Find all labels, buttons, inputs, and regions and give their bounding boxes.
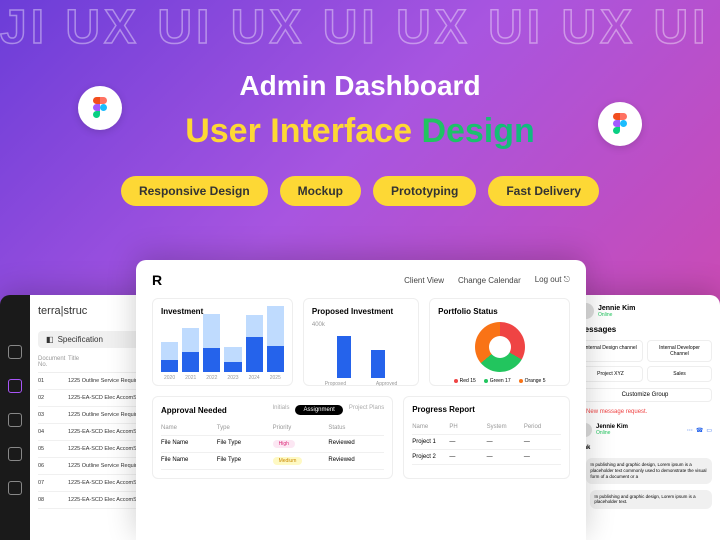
change-calendar-link[interactable]: Change Calendar [458, 276, 521, 285]
chat-item[interactable]: Jennie KimOnline ⋯☎▭ [578, 419, 712, 441]
table-row[interactable]: File NameFile TypeMediumReviewed [161, 453, 384, 470]
spec-icon: ◧ [46, 335, 54, 344]
dots-icon[interactable]: ⋯ [687, 427, 693, 434]
pill-mockup: Mockup [280, 176, 361, 206]
pill-prototyping: Prototyping [373, 176, 476, 206]
bell-icon[interactable] [8, 413, 22, 427]
video-icon[interactable]: ▭ [706, 427, 712, 434]
center-window: R Client View Change Calendar Log out ⎋ … [136, 260, 586, 540]
tab-assignment[interactable]: Assignment [295, 405, 342, 415]
chat-bubble: In publishing and graphic design, Lorem … [586, 458, 712, 484]
new-message-alert: ✉New message request. [578, 408, 712, 415]
channel-project[interactable]: Project XYZ [578, 366, 643, 382]
progress-row[interactable]: Project 1——— [412, 435, 561, 450]
hero-title: Admin Dashboard [0, 70, 720, 102]
settings-icon[interactable] [8, 481, 22, 495]
logout-icon: ⎋ [564, 275, 570, 284]
progress-row[interactable]: Project 2——— [412, 450, 561, 465]
hero: Admin Dashboard User Interface Design Re… [0, 0, 720, 206]
investment-card: Investment 202020212022202320242025 [152, 298, 293, 386]
progress-card: Progress Report NamePHSystemPeriod Proje… [403, 396, 570, 479]
channel-dev[interactable]: Internal Developer Channel [647, 340, 712, 362]
grid-icon[interactable] [8, 379, 22, 393]
table-row[interactable]: File NameFile TypeHighReviewed [161, 436, 384, 453]
approval-card: Approval Needed Initials Assignment Proj… [152, 396, 393, 479]
mockup-area: terra|struc ◧ Specification Document No.… [0, 240, 720, 540]
logout-link[interactable]: Log out ⎋ [535, 275, 570, 285]
home-icon[interactable] [8, 345, 22, 359]
pill-responsive: Responsive Design [121, 176, 268, 206]
portfolio-card: Portfolio Status Red 15Green 17Orange 5 [429, 298, 570, 386]
pill-delivery: Fast Delivery [488, 176, 599, 206]
channel-sales[interactable]: Sales [647, 366, 712, 382]
donut-chart [475, 322, 525, 372]
channel-design[interactable]: Internal Design channel [578, 340, 643, 362]
right-window: Jennie Kim Online Messages Internal Desi… [570, 295, 720, 540]
proposed-card: Proposed Investment 400k ProposedApprove… [303, 298, 419, 386]
chat-bubble: In publishing and graphic design, Lorem … [590, 490, 712, 510]
user-icon[interactable] [8, 447, 22, 461]
left-nav [0, 295, 30, 540]
r-logo: R [152, 272, 162, 288]
client-view-link[interactable]: Client View [404, 276, 444, 285]
hero-subtitle: User Interface Design [0, 112, 720, 151]
customize-group-button[interactable]: Customize Group [578, 388, 712, 402]
tab-initials[interactable]: Initials [272, 405, 289, 415]
feature-pills: Responsive Design Mockup Prototyping Fas… [0, 176, 720, 206]
tab-plans[interactable]: Project Plans [349, 405, 384, 415]
phone-icon[interactable]: ☎ [696, 427, 703, 434]
